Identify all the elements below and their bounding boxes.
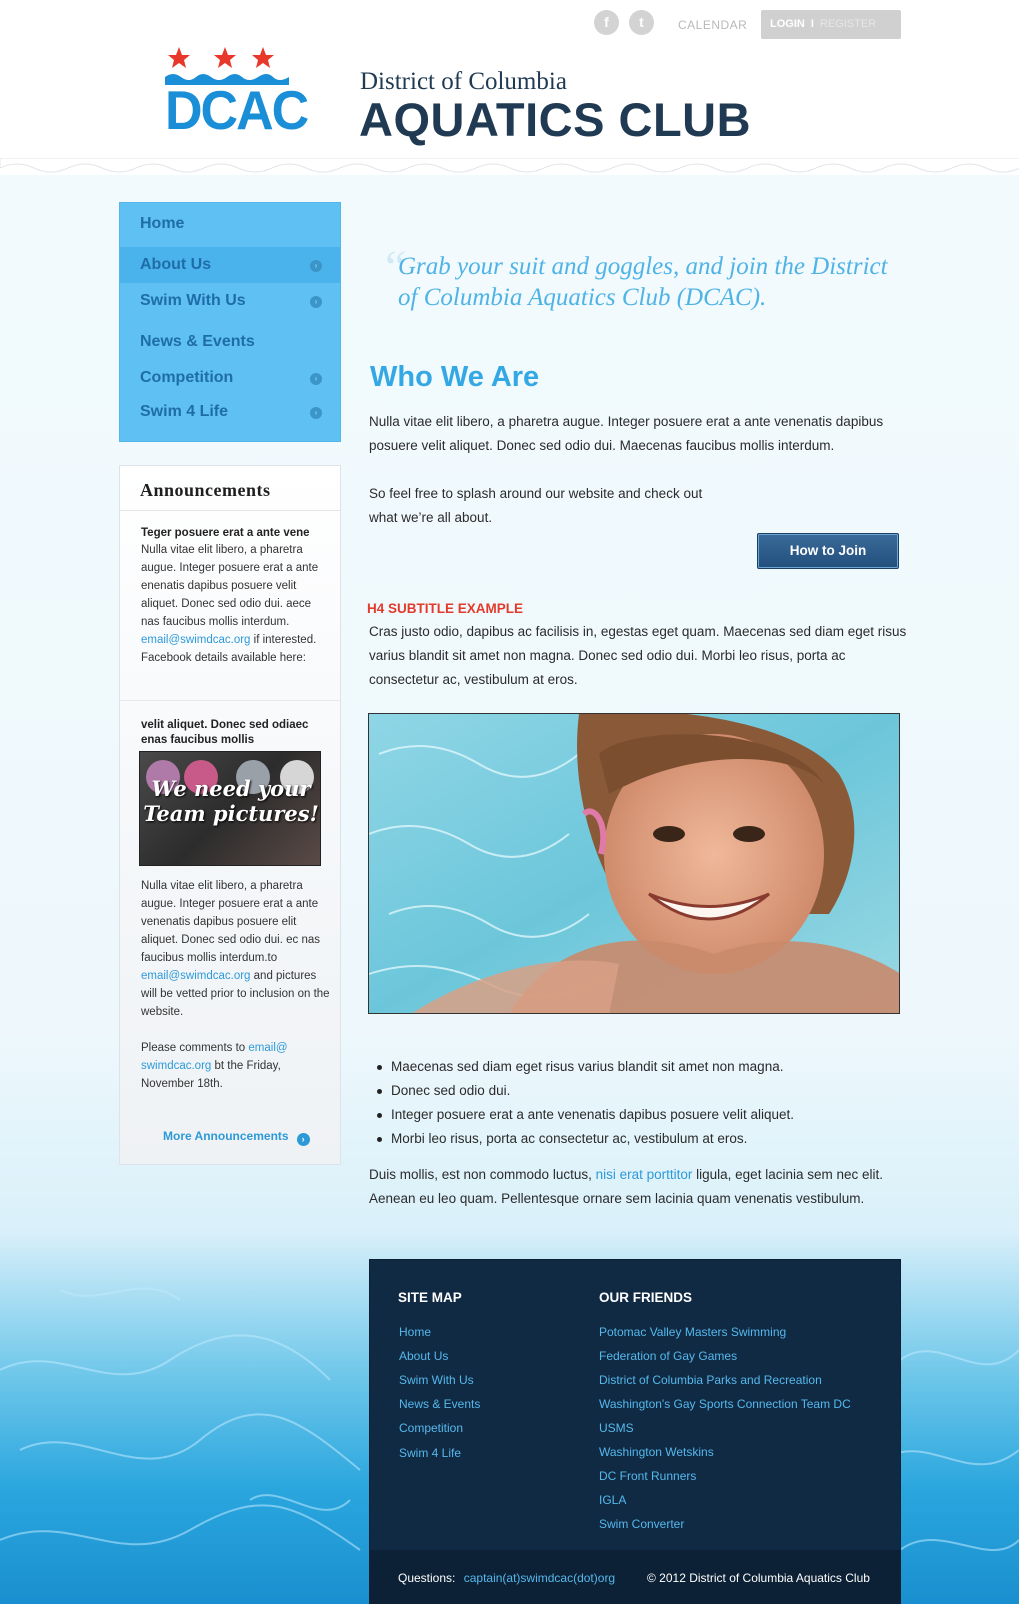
auth-separator: I	[810, 18, 814, 30]
friend-link[interactable]: District of Columbia Parks and Recreatio…	[599, 1373, 822, 1387]
divider	[120, 510, 340, 511]
header-wave-divider	[0, 158, 1019, 173]
auth-box: LOGIN I REGISTER	[761, 10, 901, 39]
chevron-right-icon: ›	[310, 296, 322, 308]
list-item: Maecenas sed diam eget risus varius blan…	[370, 1055, 910, 1079]
footer-link-swim-4-life[interactable]: Swim 4 Life	[399, 1446, 461, 1460]
email-link[interactable]: email@swimdcac.org	[141, 634, 250, 646]
nav-item-about-us[interactable]: About Us ›	[120, 247, 340, 283]
announcements-panel: Announcements Teger posuere erat a ante …	[119, 465, 341, 1165]
paragraph: Nulla vitae elit libero, a pharetra augu…	[369, 414, 884, 453]
calendar-link[interactable]: CALENDAR	[678, 18, 747, 32]
nav-item-label: About Us	[140, 256, 212, 273]
divider	[120, 700, 340, 701]
questions-contact: Questions: captain(at)swimdcac(dot)org	[398, 1571, 615, 1585]
list-item: Integer posuere erat a ante venenatis da…	[370, 1103, 910, 1127]
header: f t CALENDAR LOGIN I REGISTER DCAC Distric…	[0, 0, 1019, 175]
chevron-right-icon: ›	[310, 373, 322, 385]
announcement-text: Please comments to email@ swimdcac.org b…	[141, 1039, 331, 1093]
facebook-icon[interactable]: f	[594, 10, 619, 35]
stars-icon	[168, 47, 274, 68]
swimmer-photo-illustration	[369, 714, 899, 1013]
announcement-heading: Teger posuere erat a ante vene	[141, 527, 310, 539]
footer-link-home[interactable]: Home	[399, 1325, 431, 1339]
paragraph-text: Duis mollis, est non commodo luctus,	[369, 1167, 596, 1182]
contact-email-link[interactable]: captain(at)swimdcac(dot)org	[464, 1571, 615, 1585]
friend-link[interactable]: USMS	[599, 1421, 634, 1435]
copyright: © 2012 District of Columbia Aquatics Clu…	[647, 1571, 870, 1585]
announcement-text: Nulla vitae elit libero, a pharetra augu…	[141, 541, 331, 667]
logo-text: DCAC	[165, 80, 309, 142]
nav-item-competition[interactable]: Competition ›	[120, 360, 340, 396]
more-announcements-label: More Announcements	[163, 1129, 289, 1143]
bullet-list: Maecenas sed diam eget risus varius blan…	[370, 1055, 910, 1151]
nav-item-news-events[interactable]: News & Events	[120, 324, 340, 360]
friend-link[interactable]: Potomac Valley Masters Swimming	[599, 1325, 786, 1339]
announcement-body: Nulla vitae elit libero, a pharetra augu…	[141, 880, 321, 964]
announcement-body: Please comments to	[141, 1042, 249, 1054]
announcement-text: Nulla vitae elit libero, a pharetra augu…	[141, 877, 331, 1021]
subtitle: H4 SUBTITLE EXAMPLE	[367, 601, 524, 616]
friend-link[interactable]: IGLA	[599, 1493, 626, 1507]
paragraph: Cras justo odio, dapibus ac facilisis in…	[369, 624, 907, 687]
sidebar-nav: Home About Us › Swim With Us › News & Even…	[119, 202, 341, 442]
friend-link[interactable]: DC Front Runners	[599, 1469, 696, 1483]
list-item: Morbi leo risus, porta ac consectetur ac…	[370, 1127, 910, 1151]
email-link[interactable]: email@swimdcac.org	[141, 970, 250, 982]
more-announcements-link[interactable]: More Announcements ›	[163, 1129, 310, 1146]
nav-item-label: Swim With Us	[140, 292, 246, 309]
friend-link[interactable]: Swim Converter	[599, 1517, 684, 1531]
register-link[interactable]: REGISTER	[820, 18, 876, 30]
how-to-join-button[interactable]: How to Join	[757, 533, 899, 569]
footer: SITE MAP Home About Us Swim With Us News…	[369, 1259, 901, 1604]
friend-link[interactable]: Washington's Gay Sports Connection Team …	[599, 1397, 851, 1411]
chevron-right-icon: ›	[310, 260, 322, 272]
arrow-right-icon: ›	[296, 1133, 310, 1146]
questions-label: Questions:	[398, 1571, 456, 1585]
paragraph: Duis mollis, est non commodo luctus, nis…	[369, 1163, 909, 1211]
sitemap-title: SITE MAP	[398, 1290, 462, 1305]
nav-item-home[interactable]: Home	[120, 206, 340, 242]
paragraph: So feel free to splash around our websit…	[369, 486, 703, 525]
swimmer-photo	[368, 713, 900, 1014]
site-title: AQUATICS CLUB	[359, 93, 752, 146]
twitter-icon[interactable]: t	[629, 10, 654, 35]
nav-item-label: News & Events	[140, 333, 255, 350]
list-item: Donec sed odio dui.	[370, 1079, 910, 1103]
nav-item-swim-with-us[interactable]: Swim With Us ›	[120, 283, 340, 319]
image-caption: We need your Team pictures!	[143, 776, 319, 826]
footer-link-competition[interactable]: Competition	[399, 1421, 463, 1435]
footer-link-swim-with-us[interactable]: Swim With Us	[399, 1373, 474, 1387]
nav-item-label: Competition	[140, 369, 234, 386]
friend-link[interactable]: Washington Wetskins	[599, 1445, 714, 1459]
announcements-title: Announcements	[140, 480, 271, 500]
nav-item-label: Home	[140, 215, 185, 232]
footer-link-news-events[interactable]: News & Events	[399, 1397, 480, 1411]
login-link[interactable]: LOGIN	[770, 18, 805, 30]
nav-item-swim-4-life[interactable]: Swim 4 Life ›	[120, 394, 340, 430]
friend-link[interactable]: Federation of Gay Games	[599, 1349, 737, 1363]
announcement-heading: velit aliquet. Donec sed odiaec enas fau…	[141, 719, 309, 746]
nav-item-label: Swim 4 Life	[140, 403, 229, 420]
chevron-right-icon: ›	[310, 407, 322, 419]
intro-quote: Grab your suit and goggles, and join the…	[398, 253, 888, 311]
footer-bottom-bar: Questions: captain(at)swimdcac(dot)org ©…	[370, 1550, 900, 1604]
page-heading: Who We Are	[370, 361, 540, 393]
footer-link-about-us[interactable]: About Us	[399, 1349, 448, 1363]
friends-title: OUR FRIENDS	[599, 1290, 693, 1305]
inline-link[interactable]: nisi erat porttitor	[596, 1167, 693, 1182]
announcement-body: Nulla vitae elit libero, a pharetra augu…	[141, 544, 319, 628]
team-pictures-image[interactable]: We need your Team pictures!	[139, 751, 321, 866]
dcac-logo[interactable]: DCAC	[165, 47, 309, 142]
